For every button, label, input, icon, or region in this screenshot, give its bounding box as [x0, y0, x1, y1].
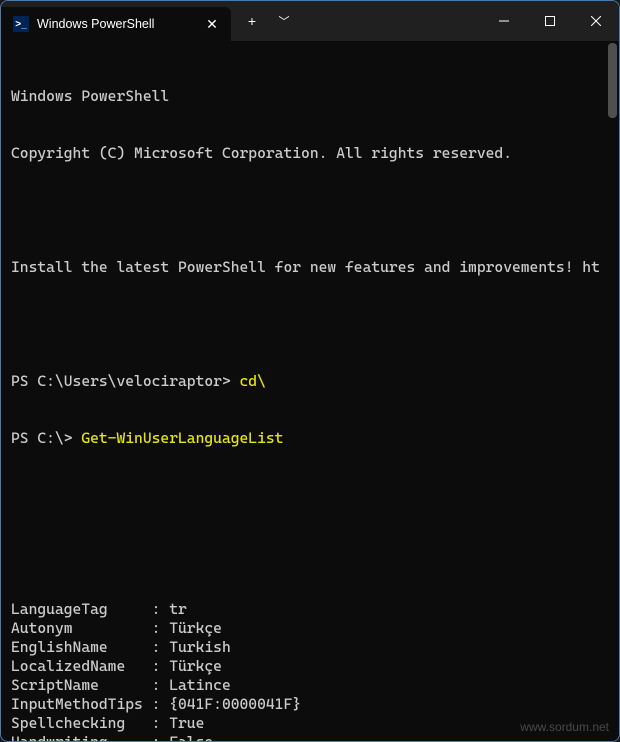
- output-row: ScriptName : Latince: [11, 676, 617, 695]
- maximize-button[interactable]: [527, 1, 573, 41]
- tab-actions: + ﹀: [231, 1, 299, 41]
- prompt-line: PS C:\> Get-WinUserLanguageList: [11, 429, 617, 448]
- tab-title: Windows PowerShell: [37, 17, 195, 31]
- scrollbar[interactable]: [608, 43, 617, 737]
- minimize-button[interactable]: [481, 1, 527, 41]
- output-row: InputMethodTips : {041F:0000041F}: [11, 695, 617, 714]
- output-row: Autonym : Türkçe: [11, 619, 617, 638]
- close-tab-icon[interactable]: ✕: [203, 15, 221, 33]
- scrollbar-thumb[interactable]: [608, 43, 617, 118]
- output-row: LocalizedName : Türkçe: [11, 657, 617, 676]
- terminal-body[interactable]: Windows PowerShell Copyright (C) Microso…: [1, 41, 619, 741]
- output-row: EnglishName : Turkish: [11, 638, 617, 657]
- new-tab-button[interactable]: +: [237, 6, 267, 36]
- titlebar: >_ Windows PowerShell ✕ + ﹀: [1, 1, 619, 41]
- powershell-icon: >_: [13, 16, 29, 32]
- install-line: Install the latest PowerShell for new fe…: [11, 258, 617, 277]
- tab-powershell[interactable]: >_ Windows PowerShell ✕: [1, 7, 231, 41]
- header-line: Windows PowerShell: [11, 87, 617, 106]
- terminal-window: >_ Windows PowerShell ✕ + ﹀ Windows Powe…: [0, 0, 620, 742]
- tab-dropdown-button[interactable]: ﹀: [269, 6, 299, 36]
- window-controls: [481, 1, 619, 41]
- prompt-line: PS C:\Users\velociraptor> cd\: [11, 372, 617, 391]
- output-row: LanguageTag : tr: [11, 600, 617, 619]
- close-button[interactable]: [573, 1, 619, 41]
- watermark: www.sordum.net: [520, 718, 609, 737]
- copyright-line: Copyright (C) Microsoft Corporation. All…: [11, 144, 617, 163]
